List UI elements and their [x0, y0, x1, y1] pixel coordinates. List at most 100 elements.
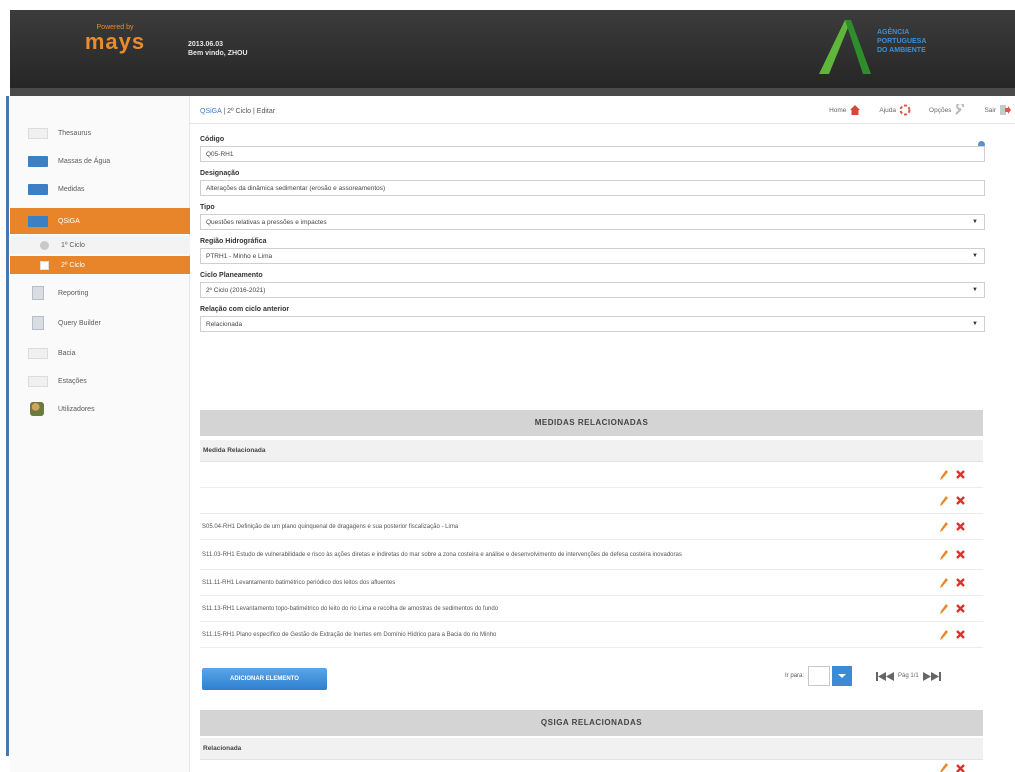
- sidebar-item-utilizadores[interactable]: Utilizadores: [10, 396, 190, 422]
- home-button[interactable]: Home: [829, 104, 861, 116]
- exit-button[interactable]: Sair: [984, 104, 1011, 116]
- sidebar-item-label: Reporting: [58, 289, 89, 297]
- edit-icon[interactable]: [940, 763, 948, 772]
- help-label: Ajuda: [879, 106, 897, 114]
- edit-icon[interactable]: [940, 629, 948, 640]
- designacao-label: Designação: [200, 170, 240, 177]
- next-page-icon[interactable]: [922, 671, 931, 681]
- medidas-section-title: MEDIDAS RELACIONADAS: [200, 410, 983, 436]
- document-icon: [32, 286, 44, 300]
- sidebar: Thesaurus Massas de Água Medidas QSiGA 1…: [10, 96, 190, 772]
- folder-icon: [28, 215, 48, 227]
- help-button[interactable]: Ajuda: [879, 104, 911, 116]
- sidebar-item-estacoes[interactable]: Estações: [10, 368, 190, 394]
- medida-text: S11.03-RH1 Estudo de vulnerabilidade e r…: [202, 551, 682, 558]
- medida-text: S05.04-RH1 Definição de um plano quinque…: [202, 523, 459, 530]
- session-date: 2013.06.03: [188, 41, 224, 48]
- page-nav: Pág 1/1: [876, 671, 941, 681]
- sidebar-item-label: 2º Ciclo: [61, 261, 85, 269]
- sidebar-item-label: Thesaurus: [58, 129, 92, 137]
- table-row: [200, 760, 983, 772]
- delete-icon[interactable]: [956, 578, 965, 587]
- agency-line-1: AGÊNCIA: [877, 29, 910, 36]
- sidebar-item-bacia[interactable]: Bacia: [10, 340, 190, 366]
- tipo-select[interactable]: Questões relativas a pressões e impactes…: [200, 214, 985, 230]
- delete-icon[interactable]: [956, 522, 965, 531]
- sidebar-item-massas-de-agua[interactable]: Massas de Água: [10, 148, 190, 174]
- folder-icon: [28, 127, 48, 139]
- document-icon: [40, 260, 49, 270]
- folder-icon: [28, 375, 48, 387]
- delete-icon[interactable]: [956, 604, 965, 613]
- table-row: [200, 488, 983, 514]
- brand-logo[interactable]: Powered by mays: [60, 24, 170, 55]
- first-page-icon[interactable]: [876, 671, 887, 681]
- delete-icon[interactable]: [956, 470, 965, 479]
- goto-page-input[interactable]: [808, 666, 831, 686]
- wrench-icon: [955, 104, 965, 115]
- options-button[interactable]: Opções: [929, 104, 966, 116]
- brand-name: mays: [84, 29, 146, 54]
- sidebar-item-qsiga[interactable]: QSiGA: [10, 208, 190, 234]
- sidebar-item-1-ciclo[interactable]: 1º Ciclo: [10, 236, 190, 254]
- relacao-select[interactable]: Relacionada ▼: [200, 316, 985, 332]
- ciclo-select[interactable]: 2º Ciclo (2016-2021) ▼: [200, 282, 985, 298]
- edit-icon[interactable]: [940, 577, 948, 588]
- table-row: S11.03-RH1 Estudo de vulnerabilidade e r…: [200, 540, 983, 570]
- designacao-field[interactable]: Alterações da dinâmica sedimentar (erosã…: [200, 180, 985, 196]
- sidebar-item-2-ciclo[interactable]: 2º Ciclo: [10, 256, 190, 274]
- codigo-label: Código: [200, 136, 225, 143]
- chevron-down-icon: ▼: [972, 287, 978, 293]
- sidebar-item-query-builder[interactable]: Query Builder: [10, 310, 190, 336]
- folder-icon: [28, 347, 48, 359]
- sidebar-item-label: QSiGA: [58, 217, 80, 225]
- sidebar-item-label: 1º Ciclo: [61, 241, 85, 249]
- edit-icon[interactable]: [940, 469, 948, 480]
- delete-icon[interactable]: [956, 550, 965, 559]
- regiao-select[interactable]: PTRH1 - Minho e Lima ▼: [200, 248, 985, 264]
- add-element-button[interactable]: ADICIONAR ELEMENTO: [202, 668, 327, 690]
- ciclo-selected-value: 2º Ciclo (2016-2021): [206, 287, 266, 294]
- edit-icon[interactable]: [940, 521, 948, 532]
- folder-icon: [28, 155, 48, 167]
- session-info: 2013.06.03 Bem vindo, ZHOU: [188, 40, 248, 58]
- breadcrumb-link-qsiga[interactable]: QSiGA: [200, 108, 221, 115]
- agency-line-2: PORTUGUESA: [877, 38, 927, 45]
- agency-logo: AGÊNCIA PORTUGUESA DO AMBIENTE: [815, 16, 985, 78]
- sidebar-item-label: Query Builder: [58, 319, 101, 327]
- sidebar-item-reporting[interactable]: Reporting: [10, 280, 190, 306]
- sidebar-item-medidas[interactable]: Medidas: [10, 176, 190, 202]
- home-label: Home: [829, 106, 847, 114]
- qsiga-edit-form: Código Q05-RH1 Designação Alterações da …: [200, 136, 985, 340]
- table-row: S11.11-RH1 Levantamento batimétrico peri…: [200, 570, 983, 596]
- table-row: S05.04-RH1 Definição de um plano quinque…: [200, 514, 983, 540]
- medida-text: S11.15-RH1 Plano específico de Gestão de…: [202, 631, 497, 638]
- sidebar-item-thesaurus[interactable]: Thesaurus: [10, 120, 190, 146]
- codigo-field[interactable]: Q05-RH1: [200, 146, 985, 162]
- edit-icon[interactable]: [940, 603, 948, 614]
- left-accent-bar: [6, 96, 9, 756]
- sidebar-item-label: Massas de Água: [58, 157, 111, 165]
- delete-icon[interactable]: [956, 763, 965, 772]
- edit-icon[interactable]: [940, 495, 948, 506]
- lifebuoy-icon: [899, 104, 911, 116]
- delete-icon[interactable]: [956, 630, 965, 639]
- chevron-down-icon: ▼: [972, 321, 978, 327]
- sidebar-item-label: Bacia: [58, 349, 76, 357]
- medida-text: S11.13-RH1 Levantamento topo-batimétrico…: [202, 605, 499, 612]
- last-page-icon[interactable]: [930, 671, 941, 681]
- chevron-down-icon: ▼: [972, 253, 978, 259]
- edit-icon[interactable]: [940, 549, 948, 560]
- delete-icon[interactable]: [956, 496, 965, 505]
- exit-icon: [1000, 105, 1011, 115]
- prev-page-icon[interactable]: [886, 671, 895, 681]
- welcome-text: Bem vindo, ZHOU: [188, 50, 248, 57]
- tipo-label: Tipo: [200, 204, 215, 211]
- relacao-selected-value: Relacionada: [206, 321, 243, 328]
- top-actions: Home Ajuda Opções Sair: [811, 104, 1011, 116]
- table-row: [200, 462, 983, 488]
- document-icon: [32, 316, 44, 330]
- goto-page-button[interactable]: [832, 666, 853, 686]
- medidas-column-header: Medida Relacionada: [200, 440, 983, 462]
- folder-icon: [28, 183, 48, 195]
